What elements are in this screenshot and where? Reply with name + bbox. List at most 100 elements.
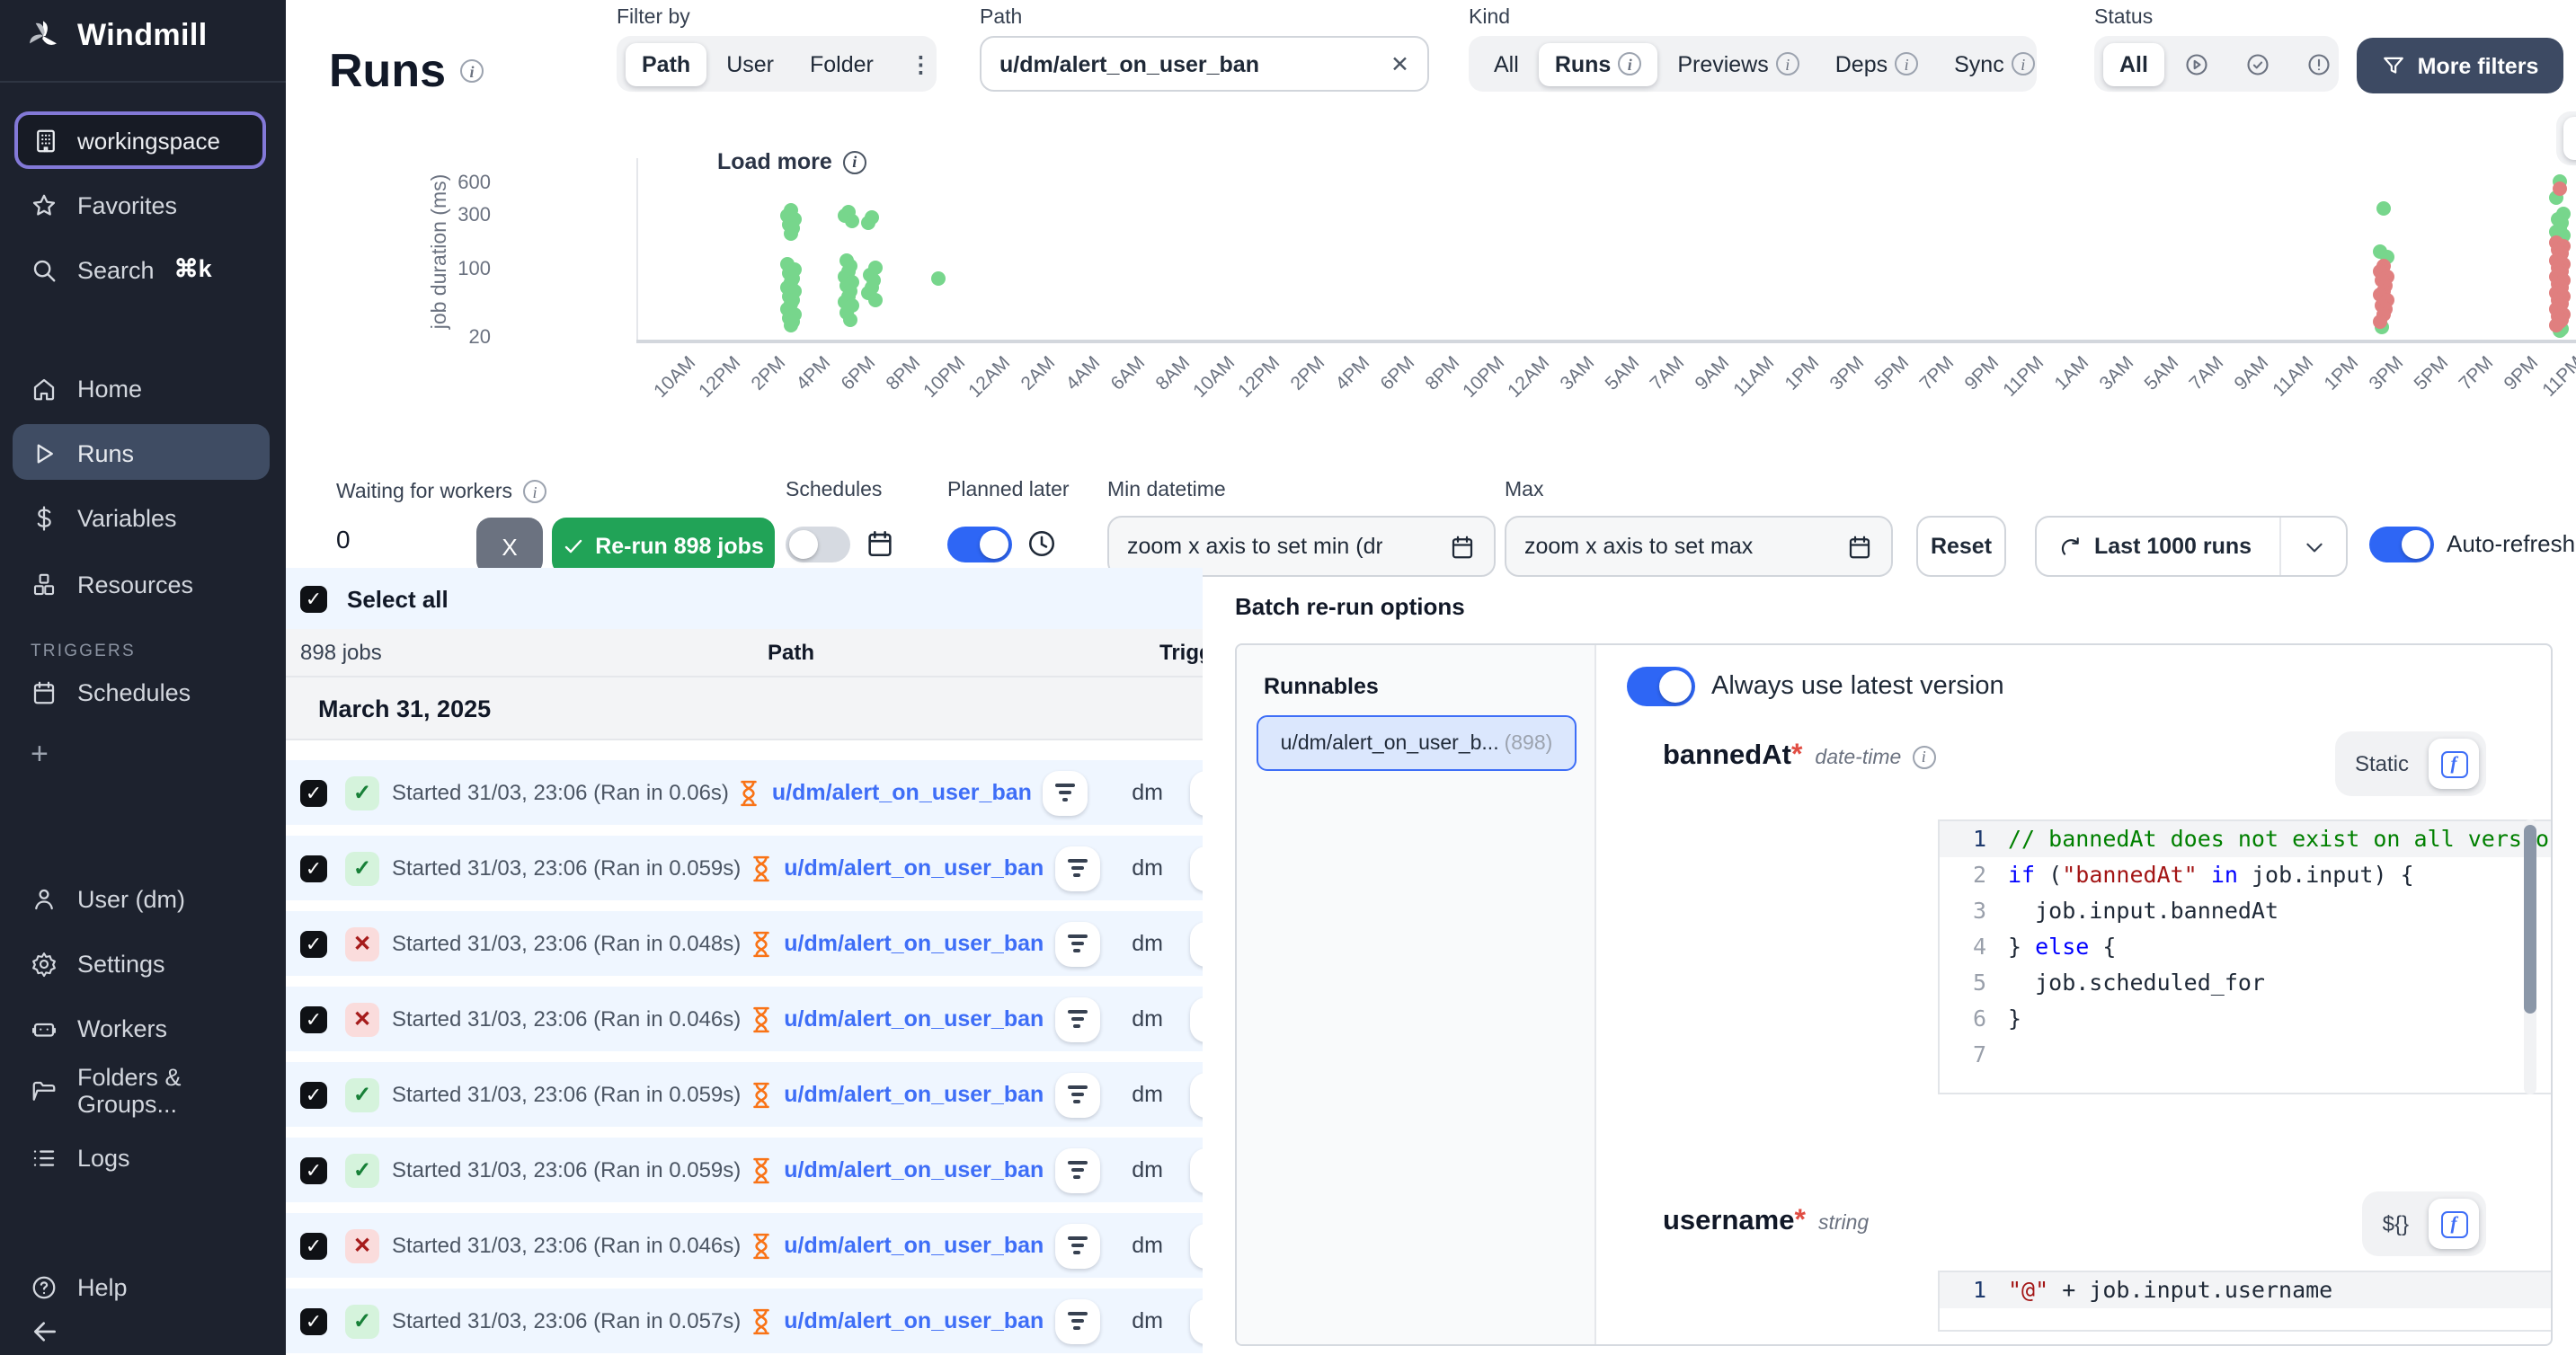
filter-by-path[interactable]: Path [626, 42, 706, 85]
reset-button[interactable]: Reset [1916, 516, 2006, 577]
table-row[interactable]: ✓✓Started 31/03, 23:06 (Ran in 0.057s) u… [286, 1289, 1203, 1353]
code-line[interactable]: 1"@" + job.input.username [1940, 1272, 2553, 1308]
cancel-selection-button[interactable]: X [476, 518, 543, 575]
table-row[interactable]: ✓✓Started 31/03, 23:06 (Ran in 0.059s) u… [286, 1062, 1203, 1127]
table-row[interactable]: ✓✕Started 31/03, 23:06 (Ran in 0.048s) u… [286, 911, 1203, 976]
row-checkbox[interactable]: ✓ [300, 1232, 327, 1259]
row-path-link[interactable]: u/dm/alert_on_user_ban [784, 1082, 1044, 1107]
row-path-link[interactable]: u/dm/alert_on_user_ban [772, 780, 1032, 805]
schedules-toggle[interactable] [786, 527, 850, 562]
code-line[interactable]: 5 job.scheduled_for [1940, 965, 2553, 1001]
sidebar-item-folders[interactable]: Folders & Groups... [0, 1066, 286, 1116]
tab-duration[interactable]: Duration [2563, 117, 2576, 160]
table-row[interactable]: ✓✓Started 31/03, 23:06 (Ran in 0.06s) u/… [286, 760, 1203, 825]
scatter-point-success[interactable] [931, 270, 946, 285]
row-filter-button[interactable] [1043, 770, 1088, 815]
workspace-switcher[interactable]: workingspace [14, 111, 266, 169]
row-more-button[interactable] [1190, 1147, 1203, 1192]
sidebar-item-search[interactable]: Search ⌘k [0, 244, 286, 295]
sidebar-item-variables[interactable]: Variables [0, 492, 286, 543]
row-more-button[interactable] [1190, 1223, 1203, 1268]
row-filter-button[interactable] [1054, 846, 1099, 890]
status-success-icon[interactable] [2229, 42, 2287, 85]
latest-version-toggle[interactable] [1627, 667, 1695, 706]
code-line[interactable]: 2if ("bannedAt" in job.input) { [1940, 857, 2553, 893]
row-filter-button[interactable] [1054, 1072, 1099, 1117]
row-filter-button[interactable] [1054, 996, 1099, 1041]
scatter-point-failure[interactable] [2552, 181, 2566, 195]
row-checkbox[interactable]: ✓ [300, 1081, 327, 1108]
sidebar-item-help[interactable]: Help [0, 1262, 286, 1312]
sidebar-item-schedules[interactable]: Schedules [0, 667, 286, 717]
panel-scrollbar[interactable] [2524, 825, 2536, 1014]
kind-sync[interactable]: Synci [1938, 42, 2051, 85]
row-checkbox[interactable]: ✓ [300, 779, 327, 806]
sidebar-item-user[interactable]: User (dm) [0, 873, 286, 924]
mode-template[interactable]: ${} [2370, 1211, 2421, 1236]
filter-by-user[interactable]: User [710, 42, 790, 85]
code-line[interactable]: 4} else { [1940, 929, 2553, 965]
code-line[interactable]: 3 job.input.bannedAt [1940, 893, 2553, 929]
status-running-icon[interactable] [2168, 42, 2225, 85]
row-more-button[interactable] [1190, 846, 1203, 890]
row-filter-button[interactable] [1054, 1298, 1099, 1343]
scatter-point-success[interactable] [868, 293, 883, 307]
banned-code-editor[interactable]: 1// bannedAt does not exist on all versi… [1938, 819, 2553, 1094]
row-more-button[interactable] [1190, 921, 1203, 966]
row-path-link[interactable]: u/dm/alert_on_user_ban [784, 855, 1044, 881]
row-checkbox[interactable]: ✓ [300, 1005, 327, 1032]
row-checkbox[interactable]: ✓ [300, 1156, 327, 1183]
clear-icon[interactable]: ✕ [1390, 50, 1409, 77]
row-more-button[interactable] [1190, 770, 1203, 815]
windmill-logo[interactable]: Windmill [25, 18, 208, 54]
table-row[interactable]: ✓✓Started 31/03, 23:06 (Ran in 0.059s) u… [286, 1138, 1203, 1202]
sidebar-item-runs[interactable]: Runs [0, 428, 286, 478]
scatter-point-failure[interactable] [2548, 319, 2563, 333]
scatter-point-success[interactable] [784, 319, 798, 333]
table-row[interactable]: ✓✓Started 31/03, 23:06 (Ran in 0.059s) u… [286, 836, 1203, 900]
calendar-icon[interactable] [1449, 533, 1476, 560]
filter-by-folder[interactable]: Folder [794, 42, 890, 85]
runs-info-icon[interactable]: i [460, 59, 484, 83]
mode-javascript-button[interactable]: f [2429, 739, 2479, 789]
row-more-button[interactable] [1190, 1298, 1203, 1343]
clock-icon[interactable] [1026, 528, 1057, 559]
sidebar-item-settings[interactable]: Settings [0, 938, 286, 988]
scatter-point-success[interactable] [861, 215, 875, 229]
row-checkbox[interactable]: ✓ [300, 930, 327, 957]
sidebar-collapse-button[interactable] [0, 1306, 286, 1355]
kebab-menu-icon[interactable]: ⋮ [893, 41, 948, 86]
calendar-icon[interactable] [1846, 533, 1873, 560]
sidebar-add-button[interactable]: + [0, 730, 286, 780]
last-runs-chevron-button[interactable] [2281, 535, 2346, 558]
row-filter-button[interactable] [1054, 921, 1099, 966]
mode-static[interactable]: Static [2342, 751, 2421, 776]
row-checkbox[interactable]: ✓ [300, 1307, 327, 1334]
select-all-checkbox[interactable]: ✓ [300, 585, 327, 612]
scatter-point-failure[interactable] [2373, 314, 2387, 328]
sidebar-item-favorites[interactable]: Favorites [0, 180, 286, 230]
kind-runs[interactable]: Runsi [1539, 42, 1658, 85]
code-line[interactable]: 1// bannedAt does not exist on all versi… [1940, 821, 2553, 857]
kind-all[interactable]: All [1478, 42, 1535, 85]
kind-previews[interactable]: Previewsi [1661, 42, 1815, 85]
max-datetime-input[interactable]: zoom x axis to set max [1505, 516, 1893, 577]
row-more-button[interactable] [1190, 996, 1203, 1041]
more-filters-button[interactable]: More filters [2357, 38, 2563, 93]
info-icon[interactable]: i [1912, 745, 1935, 768]
row-path-link[interactable]: u/dm/alert_on_user_ban [784, 1233, 1044, 1258]
scatter-point-success[interactable] [784, 226, 798, 241]
rerun-jobs-button[interactable]: Re-run 898 jobs [552, 518, 775, 575]
sidebar-item-home[interactable]: Home [0, 363, 286, 413]
row-more-button[interactable] [1190, 1072, 1203, 1117]
mode-javascript-button[interactable]: f [2429, 1199, 2479, 1249]
row-path-link[interactable]: u/dm/alert_on_user_ban [784, 1157, 1044, 1182]
status-failure-icon[interactable] [2290, 42, 2348, 85]
code-line[interactable]: 7 [1940, 1037, 2553, 1073]
kind-deps[interactable]: Depsi [1819, 42, 1934, 85]
row-path-link[interactable]: u/dm/alert_on_user_ban [784, 1308, 1044, 1333]
scatter-point-success[interactable] [843, 313, 857, 327]
row-filter-button[interactable] [1054, 1223, 1099, 1268]
username-code-editor[interactable]: 1"@" + job.input.username [1938, 1271, 2553, 1332]
row-path-link[interactable]: u/dm/alert_on_user_ban [784, 931, 1044, 956]
